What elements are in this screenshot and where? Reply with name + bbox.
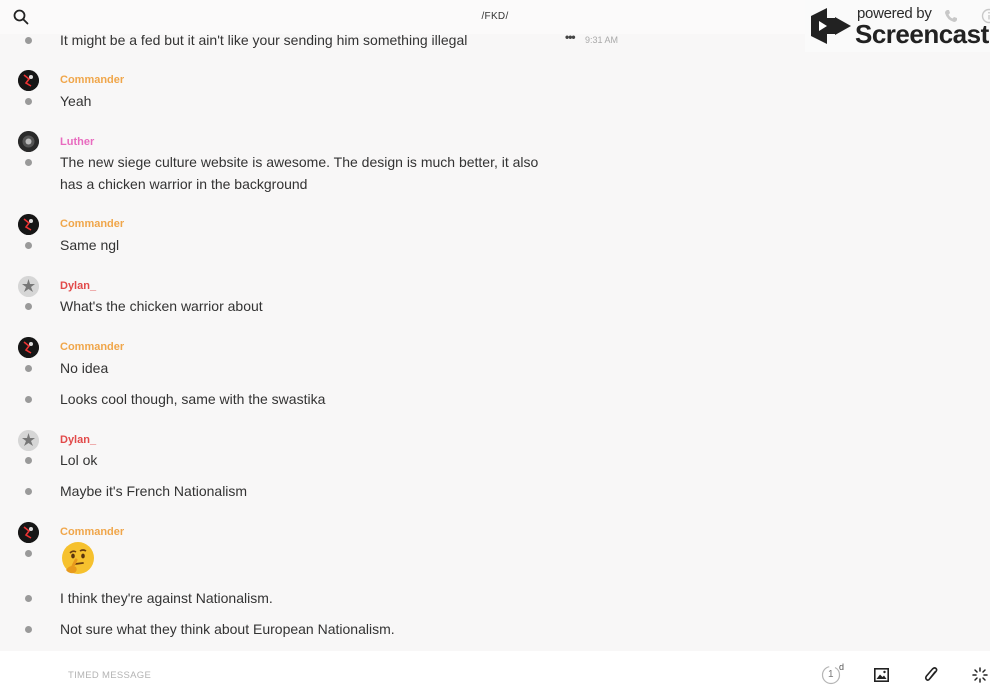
composer-bar: TIMED MESSAGE 1 d — [0, 651, 990, 700]
avatar-dylan[interactable] — [18, 276, 39, 297]
thinking-face-emoji — [62, 542, 94, 574]
info-icon[interactable] — [981, 8, 990, 24]
read-indicator — [25, 303, 32, 310]
avatar-commander[interactable] — [18, 337, 39, 358]
avatar-dylan[interactable] — [18, 430, 39, 451]
author-name[interactable]: Commander — [60, 341, 124, 353]
message-list[interactable]: It might be a fed but it ain't like your… — [0, 0, 990, 650]
message-text: No idea — [60, 360, 109, 376]
phone-icon[interactable] — [943, 8, 959, 24]
read-indicator — [25, 159, 32, 166]
avatar-luther[interactable] — [18, 131, 39, 152]
read-indicator — [25, 626, 32, 633]
timer-value: 1 — [828, 669, 834, 680]
message-text: Looks cool though, same with the swastik… — [60, 391, 326, 407]
author-name[interactable]: Commander — [60, 74, 124, 86]
read-indicator — [25, 98, 32, 105]
attachment-icon[interactable] — [923, 666, 939, 684]
message-text: What's the chicken warrior about — [60, 298, 263, 314]
author-name[interactable]: Commander — [60, 526, 124, 538]
read-indicator — [25, 550, 32, 557]
message-text: Yeah — [60, 93, 92, 109]
image-icon[interactable] — [874, 668, 889, 682]
author-name[interactable]: Commander — [60, 218, 124, 230]
read-indicator — [25, 242, 32, 249]
read-indicator — [25, 488, 32, 495]
message-text: The new siege culture website is awesome… — [60, 154, 539, 192]
read-indicator — [25, 457, 32, 464]
message-text: Lol ok — [60, 452, 98, 468]
read-indicator — [25, 396, 32, 403]
message-input[interactable]: TIMED MESSAGE — [68, 670, 151, 681]
author-name[interactable]: Dylan_ — [60, 434, 96, 446]
author-name[interactable]: Luther — [60, 136, 94, 148]
avatar-commander[interactable] — [18, 522, 39, 543]
author-name[interactable]: Dylan_ — [60, 280, 96, 292]
message-text: I think they're against Nationalism. — [60, 590, 273, 606]
message-text: Same ngl — [60, 237, 120, 253]
read-indicator — [25, 37, 32, 44]
timer-unit: d — [839, 662, 845, 672]
screencastify-logo-icon — [811, 8, 851, 44]
read-indicator — [25, 365, 32, 372]
avatar-commander[interactable] — [18, 70, 39, 91]
message-time: 9:31 AM — [585, 35, 619, 45]
timer-button[interactable]: 1 d — [821, 662, 847, 686]
read-indicator — [25, 595, 32, 602]
screencastify-watermark: powered by Screencastify — [805, 0, 990, 52]
watermark-brand: Screencastify — [855, 19, 990, 49]
avatar-commander[interactable] — [18, 214, 39, 235]
loading-spinner-icon[interactable] — [972, 667, 988, 683]
message-text: Not sure what they think about European … — [60, 621, 395, 637]
message-text: Maybe it's French Nationalism — [60, 483, 248, 499]
